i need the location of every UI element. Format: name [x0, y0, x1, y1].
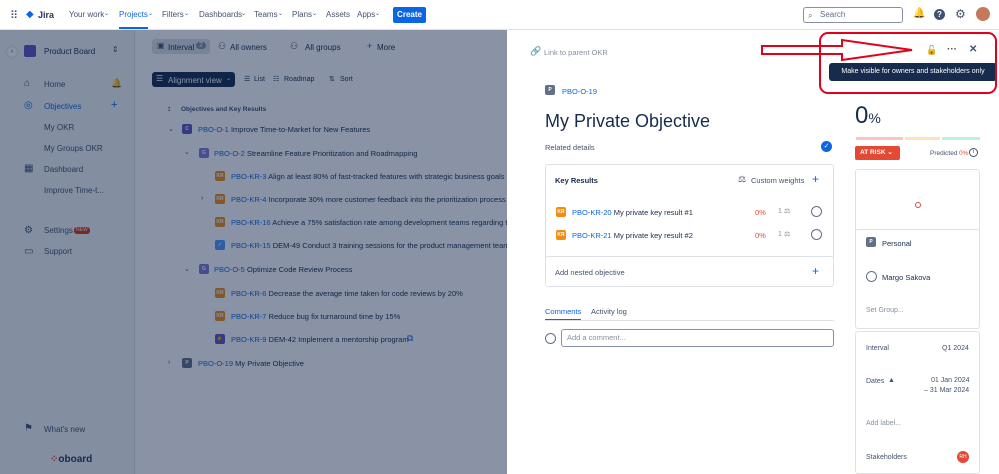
annotation-arrow: [761, 38, 913, 62]
annotation-overlay: [761, 32, 997, 94]
annotation-box: [819, 32, 997, 94]
